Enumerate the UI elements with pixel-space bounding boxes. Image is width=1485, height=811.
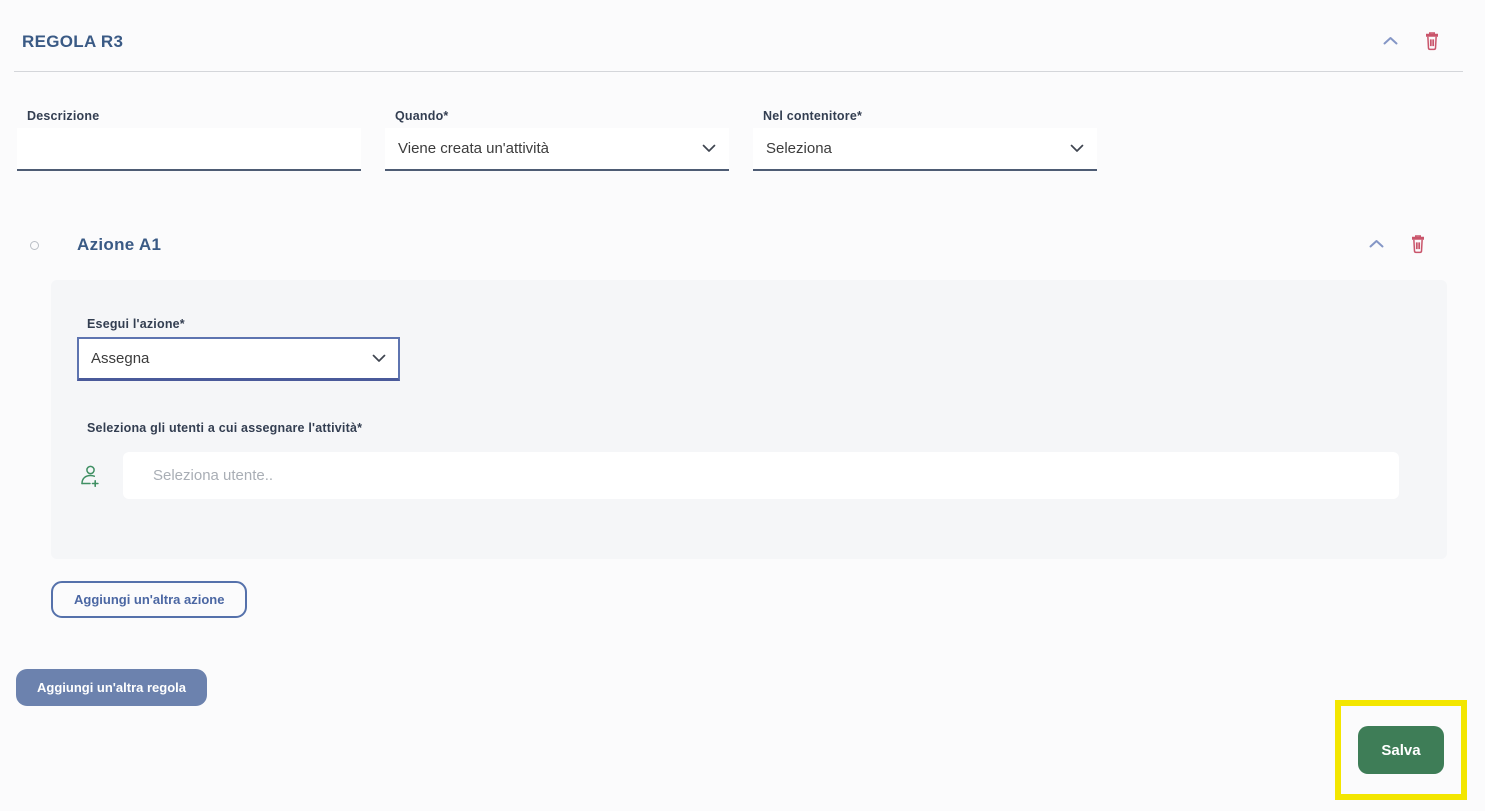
trash-icon bbox=[1423, 30, 1441, 54]
description-label: Descrizione bbox=[27, 109, 361, 123]
chevron-up-icon bbox=[1368, 238, 1385, 253]
assignees-row bbox=[77, 452, 1399, 499]
assignee-search-input[interactable] bbox=[123, 452, 1399, 499]
action-bullet-icon bbox=[30, 241, 39, 250]
rule-condition-fields: Descrizione Quando* Viene creata un'atti… bbox=[17, 109, 1485, 171]
add-action-button[interactable]: Aggiungi un'altra azione bbox=[51, 581, 247, 618]
action-header: Azione A1 bbox=[17, 233, 1427, 257]
action-collapse-button[interactable] bbox=[1368, 238, 1385, 253]
chevron-down-icon bbox=[1070, 140, 1084, 157]
rule-header: REGOLA R3 bbox=[0, 0, 1485, 54]
action-header-actions bbox=[1368, 233, 1427, 257]
when-field-group: Quando* Viene creata un'attività bbox=[385, 109, 729, 171]
rule-delete-button[interactable] bbox=[1423, 30, 1441, 54]
action-delete-button[interactable] bbox=[1409, 233, 1427, 257]
description-input[interactable] bbox=[17, 128, 361, 171]
execute-action-select[interactable]: Assegna bbox=[77, 337, 400, 381]
add-rule-button[interactable]: Aggiungi un'altra regola bbox=[16, 669, 207, 706]
when-select-value: Viene creata un'attività bbox=[398, 140, 549, 157]
trash-icon bbox=[1409, 233, 1427, 257]
rule-collapse-button[interactable] bbox=[1382, 35, 1399, 50]
description-field-group: Descrizione bbox=[17, 109, 361, 171]
assignees-label: Seleziona gli utenti a cui assegnare l'a… bbox=[87, 421, 1399, 435]
chevron-down-icon bbox=[372, 350, 386, 367]
container-label: Nel contenitore* bbox=[763, 109, 1097, 123]
rule-header-actions bbox=[1382, 30, 1441, 54]
container-field-group: Nel contenitore* Seleziona bbox=[753, 109, 1097, 171]
user-add-icon bbox=[77, 463, 101, 489]
save-button-highlight: Salva bbox=[1335, 700, 1467, 800]
chevron-down-icon bbox=[702, 140, 716, 157]
container-select-value: Seleziona bbox=[766, 140, 832, 157]
save-button[interactable]: Salva bbox=[1358, 726, 1444, 774]
rule-title: REGOLA R3 bbox=[22, 32, 123, 52]
when-select[interactable]: Viene creata un'attività bbox=[385, 128, 729, 171]
container-select[interactable]: Seleziona bbox=[753, 128, 1097, 171]
action-panel: Esegui l'azione* Assegna Seleziona gli u… bbox=[51, 280, 1447, 559]
rule-header-divider bbox=[14, 71, 1463, 72]
when-label: Quando* bbox=[395, 109, 729, 123]
action-title: Azione A1 bbox=[77, 235, 1368, 255]
execute-action-value: Assegna bbox=[91, 350, 149, 367]
chevron-up-icon bbox=[1382, 35, 1399, 50]
execute-action-label: Esegui l'azione* bbox=[87, 317, 1399, 331]
